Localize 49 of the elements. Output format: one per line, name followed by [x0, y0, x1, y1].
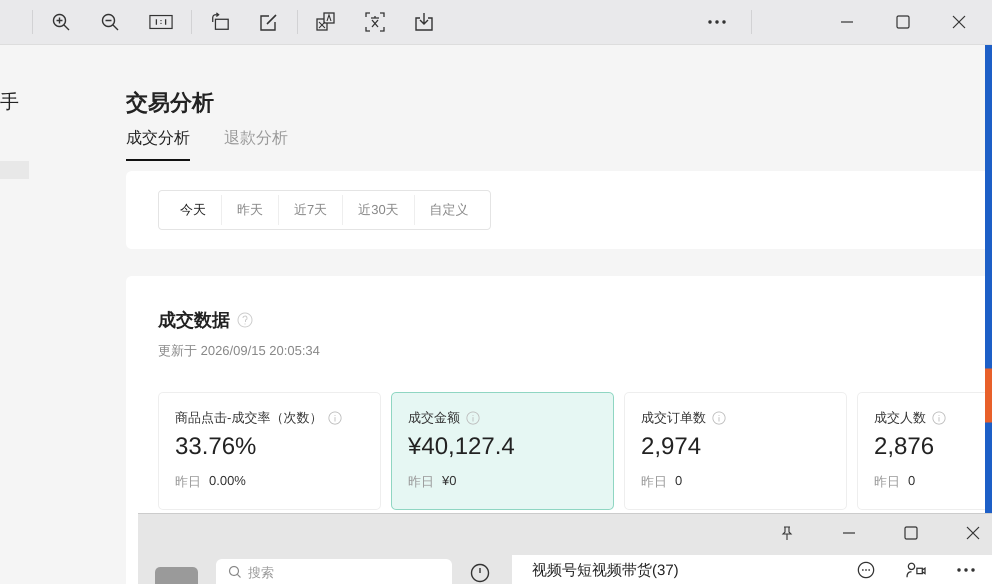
yesterday-value: 0.00% [209, 473, 246, 490]
section-title: 成交数据 [158, 309, 230, 332]
metric-label: 成交订单数 [641, 409, 706, 427]
text-recognition-icon[interactable] [365, 12, 385, 32]
actual-size-icon[interactable] [149, 12, 173, 32]
yesterday-value: ¥0 [442, 473, 456, 490]
date-range-option[interactable]: 近30天 [342, 195, 414, 225]
yesterday-label: 昨日 [408, 473, 434, 491]
download-icon[interactable] [414, 12, 434, 32]
yesterday-value: 0 [675, 473, 682, 490]
tab[interactable]: 成交分析 [126, 128, 190, 161]
maximize-icon[interactable] [896, 15, 910, 29]
translate-icon[interactable] [316, 12, 336, 32]
yesterday-value: 0 [908, 473, 916, 490]
metric-value: 2,974 [641, 433, 702, 461]
close-icon[interactable] [952, 15, 966, 29]
clock-icon[interactable] [470, 563, 490, 583]
close-icon[interactable] [966, 526, 980, 540]
date-range-option[interactable]: 近7天 [278, 195, 342, 225]
date-range-option[interactable]: 昨天 [221, 195, 278, 225]
maximize-icon[interactable] [904, 526, 918, 540]
pin-icon[interactable] [780, 526, 794, 540]
person-video-icon[interactable] [906, 561, 926, 579]
metric-label: 商品点击-成交率（次数） [175, 409, 322, 427]
metric-card[interactable]: 成交金额 ¥40,127.4 昨日 ¥0 [391, 392, 614, 510]
conversation-title: 视频号短视频带货(37) [532, 560, 679, 580]
metric-card[interactable]: 商品点击-成交率（次数） 33.76% 昨日 0.00% [158, 392, 381, 510]
search-icon [228, 565, 242, 579]
update-time: 更新于 2026/09/15 20:05:34 [158, 342, 321, 360]
page-title: 交易分析 [126, 89, 215, 117]
date-range-option[interactable]: 今天 [165, 195, 221, 225]
sidebar-title: 手 [0, 91, 20, 115]
metric-value: ¥40,127.4 [408, 433, 516, 461]
yesterday-label: 昨日 [175, 473, 201, 491]
yesterday-label: 昨日 [874, 473, 900, 491]
search-field[interactable]: 搜索 [216, 559, 452, 584]
zoom-out-icon[interactable] [100, 12, 120, 32]
metric-value: 33.76% [175, 433, 258, 461]
date-range-option[interactable]: 自定义 [414, 195, 484, 225]
metric-label: 成交人数 [874, 409, 926, 427]
zoom-in-icon[interactable] [51, 12, 71, 32]
edit-icon[interactable] [259, 12, 279, 32]
metric-card[interactable]: 成交人数 2,876 昨日 0 [857, 392, 985, 510]
metric-card[interactable]: 成交订单数 2,974 昨日 0 [624, 392, 847, 510]
metric-value: 2,876 [874, 433, 936, 461]
metric-label: 成交金额 [408, 409, 460, 427]
rotate-icon[interactable] [210, 12, 230, 32]
yesterday-label: 昨日 [641, 473, 667, 491]
chat-bubble-icon[interactable] [856, 561, 876, 579]
